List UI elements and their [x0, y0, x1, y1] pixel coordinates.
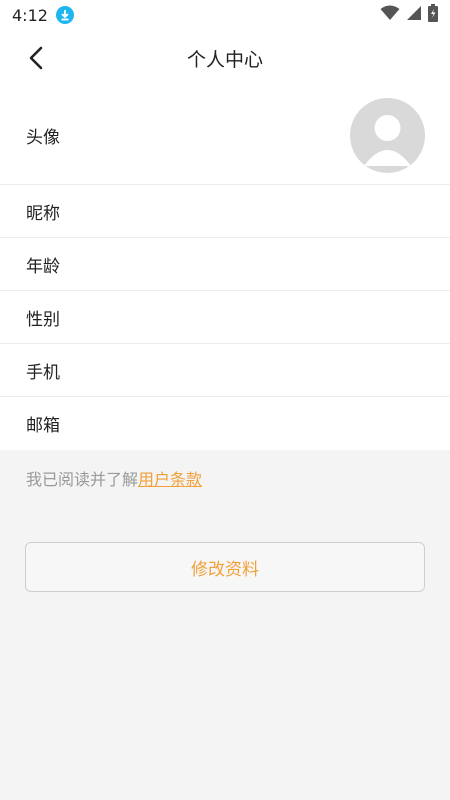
profile-row-age[interactable]: 年龄 — [0, 238, 450, 291]
chevron-left-icon[interactable] — [20, 42, 52, 74]
row-label: 手机 — [26, 362, 60, 383]
status-left: 4:12 — [12, 6, 74, 25]
profile-row-gender[interactable]: 性别 — [0, 291, 450, 344]
page-title: 个人中心 — [186, 48, 263, 71]
battery-icon — [428, 4, 438, 26]
row-label: 性别 — [26, 309, 60, 330]
edit-profile-button[interactable]: 修改资料 — [25, 542, 425, 592]
status-bar: 4:12 — [0, 0, 450, 30]
row-label: 邮箱 — [26, 416, 60, 436]
row-label: 昵称 — [26, 203, 60, 224]
profile-row-phone[interactable]: 手机 — [0, 344, 450, 397]
signal-icon — [406, 5, 422, 25]
terms-notice: 我已阅读并了解用户条款 — [0, 450, 450, 490]
header: 个人中心 — [0, 30, 450, 86]
profile-row-email[interactable]: 邮箱 — [0, 397, 450, 450]
avatar[interactable] — [350, 97, 425, 173]
status-right — [380, 4, 438, 26]
terms-prefix: 我已阅读并了解 — [26, 470, 139, 489]
download-icon — [55, 6, 74, 24]
status-time: 4:12 — [12, 5, 48, 25]
profile-list: 头像 昵称 年龄 性别 手机 邮箱 — [0, 86, 450, 450]
row-label: 年龄 — [26, 256, 60, 277]
wifi-icon — [380, 5, 400, 25]
edit-profile-label: 修改资料 — [191, 559, 259, 580]
terms-link[interactable]: 用户条款 — [138, 470, 202, 489]
profile-row-nickname[interactable]: 昵称 — [0, 185, 450, 238]
row-label: 头像 — [26, 127, 60, 148]
profile-row-avatar[interactable]: 头像 — [0, 86, 450, 185]
